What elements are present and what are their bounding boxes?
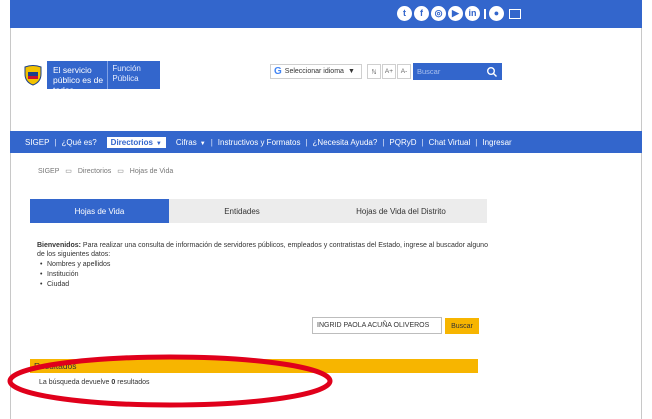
results-prefix: La búsqueda devuelve	[39, 379, 112, 386]
chat-icon[interactable]: ●	[489, 6, 504, 21]
colombia-shield-icon	[24, 65, 42, 86]
results-header: Resultados	[30, 359, 478, 373]
nav-divider: |	[475, 137, 478, 147]
facebook-icon[interactable]: f	[414, 6, 429, 21]
nav-item-ayuda[interactable]: ¿Necesita Ayuda?	[313, 138, 378, 147]
social-icons: t f ◎ ▶ in ●	[397, 6, 521, 21]
nav-divider: |	[54, 137, 57, 147]
breadcrumb-item[interactable]: SIGEP	[38, 168, 59, 175]
tab-hojas-de-vida[interactable]: Hojas de Vida	[30, 199, 169, 223]
gov-brand-text: El servicio público es de todos	[53, 65, 104, 95]
name-search-input[interactable]: INGRID PAOLA ACUÑA OLIVEROS	[312, 317, 442, 334]
social-divider	[484, 8, 486, 19]
chevron-down-icon: ▼	[199, 140, 206, 147]
intro-bold: Bienvenidos:	[37, 242, 81, 249]
chevron-down-icon: ▼	[155, 140, 162, 147]
breadcrumb: SIGEP ▭ Directorios ▭ Hojas de Vida	[38, 167, 173, 175]
gov-brand[interactable]: El servicio público es de todos Función …	[47, 61, 160, 95]
top-bar: t f ◎ ▶ in ●	[10, 0, 642, 28]
google-translate-icon: G	[274, 66, 282, 77]
page-frame-right	[641, 28, 642, 419]
font-increase-button[interactable]: A+	[382, 64, 396, 79]
search-criteria-list: Nombres y apellidos Institución Ciudad	[37, 260, 497, 290]
nav-item-directorios[interactable]: Directorios ▼	[106, 136, 166, 148]
nav-item-sigep[interactable]: SIGEP	[25, 138, 49, 147]
nav-divider: |	[210, 137, 213, 147]
contrast-button[interactable]: ℕ	[367, 64, 381, 79]
nav-divider: |	[382, 137, 385, 147]
language-select[interactable]: G Seleccionar idioma ▼	[270, 64, 362, 79]
site-search[interactable]: Buscar	[413, 63, 502, 80]
chevron-down-icon: ▼	[347, 68, 355, 75]
nav-item-instructivos[interactable]: Instructivos y Formatos	[218, 138, 301, 147]
funcion-publica-text: Función Pública	[107, 61, 160, 89]
breadcrumb-item[interactable]: Directorios	[78, 168, 111, 175]
list-item: Nombres y apellidos	[37, 260, 497, 270]
youtube-icon[interactable]: ▶	[448, 6, 463, 21]
intro-text: Bienvenidos: Para realizar una consulta …	[37, 241, 497, 290]
intro-body: Para realizar una consulta de informació…	[37, 242, 488, 258]
nav-divider: |	[421, 137, 424, 147]
twitter-icon[interactable]: t	[397, 6, 412, 21]
tab-entidades[interactable]: Entidades	[169, 199, 315, 223]
breadcrumb-separator-icon: ▭	[65, 168, 72, 175]
nav-item-cifras-label: Cifras	[175, 137, 197, 147]
nav-item-que-es[interactable]: ¿Qué es?	[62, 138, 97, 147]
nav-item-pqryd[interactable]: PQRyD	[389, 138, 416, 147]
linkedin-icon[interactable]: in	[465, 6, 480, 21]
page-frame-left	[10, 28, 11, 419]
breadcrumb-separator-icon: ▭	[117, 168, 124, 175]
language-select-label: Seleccionar idioma	[284, 68, 344, 75]
results-summary: La búsqueda devuelve 0 resultados	[39, 379, 150, 386]
list-item: Ciudad	[37, 280, 497, 290]
list-item: Institución	[37, 270, 497, 280]
nav-item-chat[interactable]: Chat Virtual	[429, 138, 471, 147]
breadcrumb-item-current: Hojas de Vida	[129, 168, 174, 175]
nav-divider: |	[305, 137, 308, 147]
nav-item-ingresar[interactable]: Ingresar	[482, 138, 511, 147]
tab-hojas-de-vida-distrito[interactable]: Hojas de Vida del Distrito	[315, 199, 487, 223]
search-input[interactable]: Buscar	[413, 67, 486, 76]
font-decrease-button[interactable]: A-	[397, 64, 411, 79]
main-nav: SIGEP | ¿Qué es? Directorios ▼ Cifras ▼ | …	[10, 131, 642, 153]
buscar-button[interactable]: Buscar	[445, 318, 479, 334]
mail-icon[interactable]	[509, 8, 521, 19]
search-icon[interactable]	[486, 66, 498, 78]
results-suffix: resultados	[115, 379, 150, 386]
instagram-icon[interactable]: ◎	[431, 6, 446, 21]
nav-item-directorios-label: Directorios	[110, 137, 153, 147]
directory-tabs: Hojas de Vida Entidades Hojas de Vida de…	[30, 199, 487, 223]
nav-item-cifras[interactable]: Cifras ▼	[176, 138, 206, 147]
